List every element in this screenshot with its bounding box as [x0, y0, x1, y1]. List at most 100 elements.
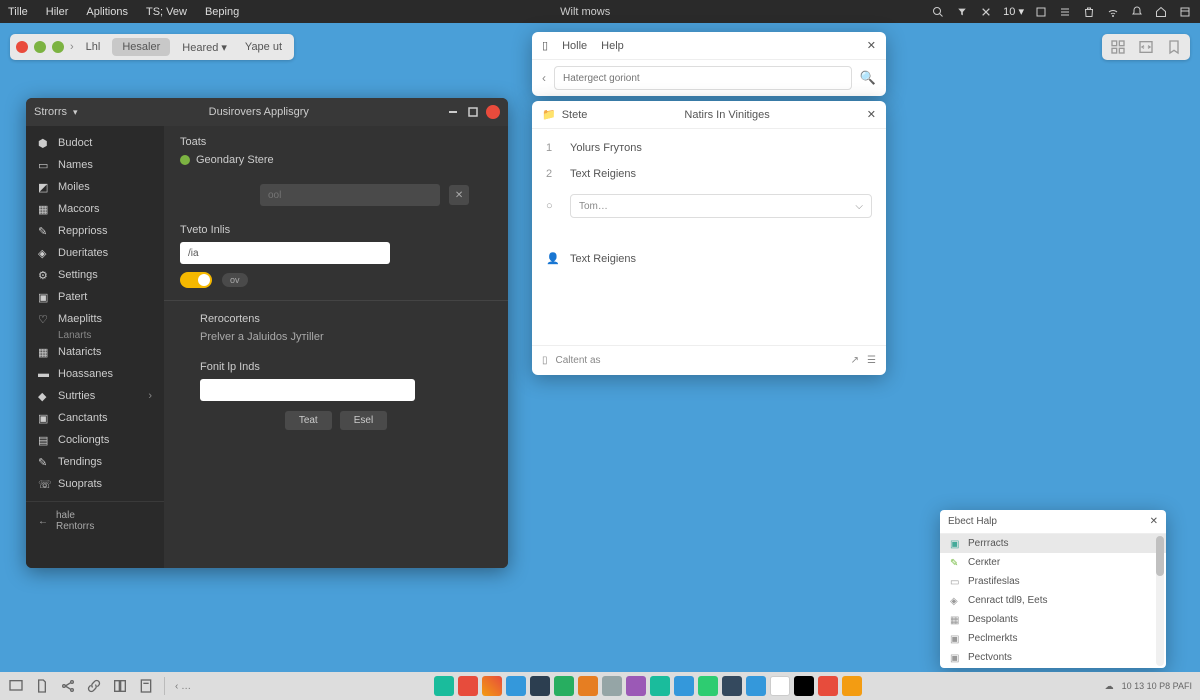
menu-item-4[interactable]: TS; Vew — [146, 6, 187, 18]
list-row-2[interactable]: 2Text Reigiens — [542, 161, 876, 187]
tab-help[interactable]: Help — [601, 40, 624, 52]
trash-icon[interactable] — [1082, 5, 1096, 19]
home-close-button[interactable]: ✕ — [867, 39, 876, 52]
bookmark-icon[interactable] — [1166, 39, 1182, 55]
tb-text1[interactable]: Heared ▾ — [176, 41, 233, 54]
app-5[interactable] — [530, 676, 550, 696]
traffic-min[interactable] — [34, 41, 46, 53]
sidebar-item-13[interactable]: ▤Cocliongts — [26, 429, 164, 451]
menu-item-2[interactable]: Hiler — [46, 6, 69, 18]
app-17[interactable] — [842, 676, 862, 696]
home-icon[interactable] — [1154, 5, 1168, 19]
sidebar-item-1[interactable]: ▭Names — [26, 154, 164, 176]
tb-window-icon[interactable] — [8, 678, 24, 694]
app-chrome[interactable] — [770, 676, 790, 696]
dark-input-1[interactable] — [260, 184, 440, 206]
tb-calc-icon[interactable] — [138, 678, 154, 694]
help-close-button[interactable]: ✕ — [1150, 516, 1158, 527]
menu-item-3[interactable]: Aplitions — [86, 6, 128, 18]
sidebar-sub-8[interactable]: Lanarts — [26, 330, 164, 341]
help-item-0[interactable]: ▣Perrracts — [940, 534, 1166, 553]
select-dropdown[interactable]: Tom…⌵ — [570, 194, 872, 218]
tab-home[interactable]: Holle — [562, 40, 587, 52]
app-6[interactable] — [554, 676, 574, 696]
list-icon[interactable] — [1058, 5, 1072, 19]
app-4[interactable] — [506, 676, 526, 696]
app-12[interactable] — [698, 676, 718, 696]
code-icon[interactable] — [1138, 39, 1154, 55]
help-item-6[interactable]: ▣Pectvonts — [940, 648, 1166, 667]
maximize-button[interactable] — [466, 105, 480, 119]
minimize-button[interactable] — [446, 105, 460, 119]
app-9[interactable] — [626, 676, 646, 696]
clear-button[interactable]: ✕ — [449, 185, 469, 205]
sidebar-item-2[interactable]: ◩Moiles — [26, 176, 164, 198]
app-8[interactable] — [602, 676, 622, 696]
list-row-1[interactable]: 1Yolurs Frутons — [542, 135, 876, 161]
light-input-1[interactable] — [180, 242, 390, 264]
tb-pill[interactable]: Hesaler — [112, 38, 170, 56]
radio-icon[interactable]: ○ — [546, 200, 558, 212]
tb-text2[interactable]: Yape ut — [239, 41, 288, 53]
toggle-switch[interactable] — [180, 272, 212, 288]
grid-icon[interactable] — [1110, 39, 1126, 55]
help-item-5[interactable]: ▣Peclmerkts — [940, 629, 1166, 648]
tb-share-icon[interactable] — [60, 678, 76, 694]
panel-icon[interactable] — [1178, 5, 1192, 19]
help-item-2[interactable]: ▭Prastifeslas — [940, 572, 1166, 591]
sidebar-item-4[interactable]: ✎Repprioss — [26, 220, 164, 242]
menu-item-file[interactable]: Tille — [8, 6, 28, 18]
search-icon[interactable] — [931, 5, 945, 19]
notes-tab[interactable]: Stete — [562, 109, 588, 121]
share-icon[interactable]: ↗ — [851, 355, 859, 366]
sidebar-item-7[interactable]: ▣Patert — [26, 286, 164, 308]
app-3[interactable] — [482, 676, 502, 696]
help-item-4[interactable]: ▦Despolants — [940, 610, 1166, 629]
app-terminal[interactable] — [794, 676, 814, 696]
text-button[interactable]: Teat — [285, 411, 332, 430]
pager[interactable]: ‹ … — [175, 681, 191, 692]
help-item-1[interactable]: ✎Cerкter — [940, 553, 1166, 572]
app-7[interactable] — [578, 676, 598, 696]
app-14[interactable] — [746, 676, 766, 696]
sidebar-item-3[interactable]: ▦Maccors — [26, 198, 164, 220]
eset-button[interactable]: Esel — [340, 411, 387, 430]
save-icon[interactable] — [1034, 5, 1048, 19]
tb-files-icon[interactable] — [34, 678, 50, 694]
sidebar-item-5[interactable]: ◈Dueritates — [26, 242, 164, 264]
app-1[interactable] — [434, 676, 454, 696]
sidebar-back[interactable]: ← haleRentorrs — [26, 501, 164, 540]
app-2[interactable] — [458, 676, 478, 696]
traffic-max[interactable] — [52, 41, 64, 53]
sidebar-item-12[interactable]: ▣Canctants — [26, 407, 164, 429]
sidebar-item-6[interactable]: ⚙Settings — [26, 264, 164, 286]
close-icon[interactable] — [979, 5, 993, 19]
app-13[interactable] — [722, 676, 742, 696]
titlebar-left-label[interactable]: Strorrs — [34, 106, 67, 118]
app-10[interactable] — [650, 676, 670, 696]
filter-icon[interactable] — [955, 5, 969, 19]
wifi-icon[interactable] — [1106, 5, 1120, 19]
light-input-2[interactable] — [200, 379, 415, 401]
sidebar-item-11[interactable]: ◆Sutrties — [26, 385, 164, 407]
tb-book-icon[interactable] — [112, 678, 128, 694]
sidebar-item-9[interactable]: ▦Nataricts — [26, 341, 164, 363]
close-button[interactable] — [486, 105, 500, 119]
app-11[interactable] — [674, 676, 694, 696]
search-input[interactable] — [554, 66, 852, 90]
back-button[interactable]: ‹ — [542, 71, 546, 85]
search-icon[interactable]: 🔍 — [860, 70, 876, 86]
notes-close-button[interactable]: ✕ — [867, 108, 876, 121]
sidebar-item-14[interactable]: ✎Tendings — [26, 451, 164, 473]
tb-link-icon[interactable] — [86, 678, 102, 694]
help-item-3[interactable]: ◈Cenract tdl9, Eets — [940, 591, 1166, 610]
traffic-close[interactable] — [16, 41, 28, 53]
sidebar-item-0[interactable]: ⬢Budoct — [26, 132, 164, 154]
app-16[interactable] — [818, 676, 838, 696]
list-row-4[interactable]: 👤Text Reigiens — [542, 245, 876, 272]
tray-cloud-icon[interactable]: ☁ — [1105, 681, 1114, 692]
scrollthumb[interactable] — [1156, 536, 1164, 576]
sidebar-item-15[interactable]: ☏Suoprats — [26, 473, 164, 495]
bell-icon[interactable] — [1130, 5, 1144, 19]
sidebar-item-10[interactable]: ▬Hoassanes — [26, 363, 164, 385]
